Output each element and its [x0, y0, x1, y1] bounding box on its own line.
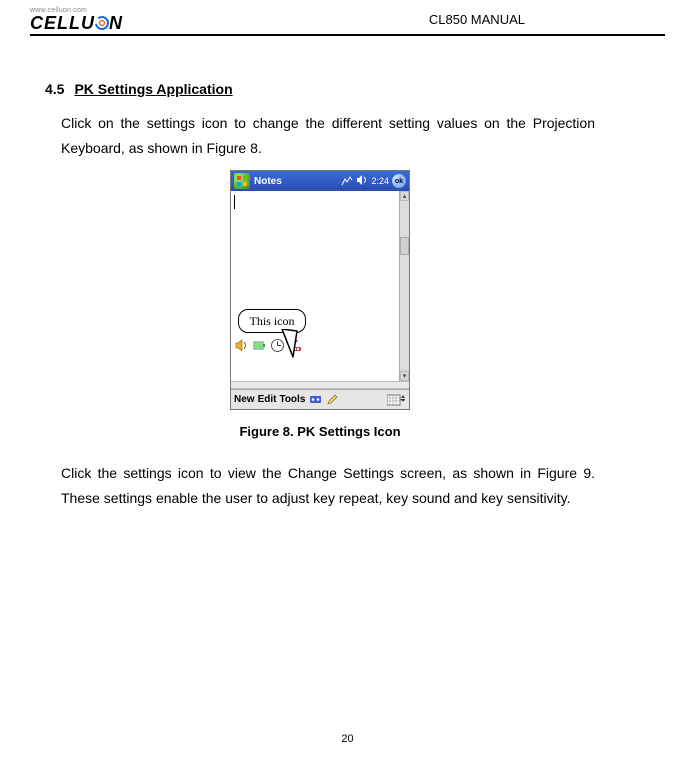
callout-bubble: This icon	[238, 309, 306, 333]
paragraph-2: Click the settings icon to view the Chan…	[61, 461, 595, 510]
paragraph-1: Click on the settings icon to change the…	[61, 111, 595, 160]
sip-keyboard-icon[interactable]	[386, 393, 406, 407]
tray-battery-icon[interactable]	[251, 337, 267, 353]
logo: www.celluon.com CELLU N	[30, 7, 123, 32]
pda-titlebar: Notes 2:24 ok	[231, 171, 409, 191]
pda-separator	[231, 381, 409, 389]
figure-caption: Figure 8. PK Settings Icon	[239, 424, 400, 439]
section-heading: 4.5PK Settings Application	[45, 81, 595, 97]
pen-icon[interactable]	[325, 393, 339, 407]
start-icon[interactable]	[234, 173, 250, 189]
scroll-down-icon[interactable]: ▾	[400, 371, 409, 381]
logo-text: CELLU N	[30, 14, 123, 32]
pda-clock: 2:24	[371, 176, 389, 186]
scroll-thumb[interactable]	[400, 237, 409, 255]
header-title: CL850 MANUAL	[429, 12, 665, 27]
cassette-icon[interactable]	[308, 393, 322, 407]
scroll-up-icon[interactable]: ▴	[400, 191, 409, 201]
callout-text: This icon	[250, 314, 295, 329]
tray-clock-icon[interactable]	[269, 337, 285, 353]
pda-menubar: New Edit Tools	[231, 389, 409, 409]
menu-new[interactable]: New	[234, 394, 255, 405]
text-cursor	[234, 195, 235, 209]
page-number: 20	[0, 733, 695, 745]
swirl-icon	[95, 15, 109, 29]
ok-button[interactable]: ok	[392, 174, 406, 188]
menu-tools[interactable]: Tools	[279, 394, 305, 405]
pda-app-title: Notes	[254, 176, 341, 187]
connectivity-icon[interactable]	[341, 176, 353, 186]
pda-body: ▴ ▾	[231, 191, 409, 381]
menu-edit[interactable]: Edit	[258, 394, 277, 405]
tray-settings-icon[interactable]	[287, 337, 303, 353]
tray-speaker-icon[interactable]	[233, 337, 249, 353]
pda-screenshot: Notes 2:24 ok	[230, 170, 410, 410]
tray-icons	[233, 337, 303, 353]
speaker-icon[interactable]	[356, 174, 368, 189]
scrollbar[interactable]: ▴ ▾	[399, 191, 409, 381]
